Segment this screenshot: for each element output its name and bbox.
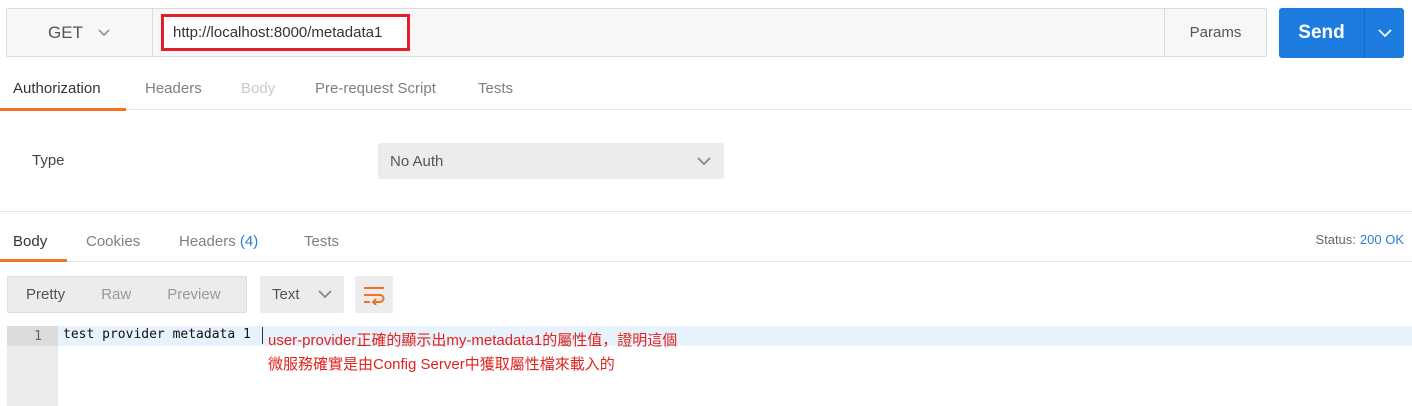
tab-label: Pre-request Script: [315, 79, 436, 97]
format-value: Text: [272, 286, 300, 303]
status-value: 200 OK: [1359, 232, 1404, 247]
tab-label: Authorization: [13, 79, 101, 97]
send-button[interactable]: Send: [1279, 8, 1365, 58]
view-mode-group: Pretty Raw Preview: [7, 276, 247, 313]
chevron-down-icon: [1377, 29, 1392, 38]
send-options-dropdown[interactable]: [1365, 8, 1404, 58]
tab-label: Body: [241, 79, 276, 97]
send-button-group: Send: [1279, 8, 1404, 58]
active-tab-indicator: [0, 108, 126, 111]
response-body-text[interactable]: test provider metadata 1: [63, 327, 251, 342]
request-tabs: Authorization Headers Body Pre-request S…: [0, 66, 1412, 111]
tab-tests[interactable]: Tests: [478, 66, 513, 110]
auth-type-select[interactable]: No Auth: [378, 143, 724, 179]
send-label: Send: [1298, 22, 1345, 43]
chevron-down-icon: [697, 157, 711, 166]
tab-label: Cookies: [86, 232, 141, 250]
tab-label: Headers: [145, 79, 202, 97]
annotation-line-1: user-provider正確的顯示出my-metadata1的屬性值，證明這個: [268, 332, 678, 349]
chevron-down-icon: [98, 28, 110, 36]
view-pretty-button[interactable]: Pretty: [8, 286, 83, 303]
chevron-down-icon: [318, 290, 332, 299]
tab-label: Tests: [478, 79, 514, 97]
annotation-line-2: 微服務確實是由Config Server中獲取屬性檔來載入的: [268, 356, 615, 373]
tab-label: Headers: [179, 232, 236, 250]
url-value: http://localhost:8000/metadata1: [173, 24, 383, 41]
auth-type-label: Type: [32, 152, 65, 169]
line-number-gutter: 1: [7, 326, 58, 406]
response-tabs: Body Cookies Headers (4) Tests Status: 20…: [0, 220, 1412, 262]
tab-response-body[interactable]: Body: [13, 220, 47, 262]
active-tab-indicator: [0, 259, 67, 262]
text-cursor: [262, 327, 263, 344]
tab-pre-request-script[interactable]: Pre-request Script: [315, 66, 436, 110]
method-label: GET: [48, 22, 83, 42]
params-label: Params: [1189, 24, 1242, 41]
wrap-lines-icon: [364, 286, 385, 305]
section-divider: [0, 211, 1412, 212]
url-field-container: http://localhost:8000/metadata1: [154, 9, 1164, 56]
view-raw-button[interactable]: Raw: [83, 286, 149, 303]
wrap-lines-button[interactable]: [355, 276, 393, 313]
tab-response-tests[interactable]: Tests: [304, 220, 339, 262]
view-preview-button[interactable]: Preview: [149, 286, 238, 303]
response-status: Status: 200 OK: [1315, 232, 1404, 247]
method-select[interactable]: GET: [7, 9, 153, 56]
headers-count-badge: (4): [239, 232, 259, 250]
status-label: Status:: [1315, 232, 1356, 247]
tab-response-headers[interactable]: Headers (4): [179, 220, 258, 262]
params-button[interactable]: Params: [1164, 9, 1266, 56]
line-number: 1: [7, 326, 58, 346]
format-select[interactable]: Text: [260, 276, 344, 313]
tab-cookies[interactable]: Cookies: [86, 220, 140, 262]
tab-body[interactable]: Body: [241, 66, 275, 110]
tab-authorization[interactable]: Authorization: [13, 66, 101, 110]
tab-label: Body: [13, 232, 48, 250]
url-input[interactable]: http://localhost:8000/metadata1: [161, 14, 410, 51]
tab-headers[interactable]: Headers: [145, 66, 202, 110]
tab-label: Tests: [304, 232, 340, 250]
request-bar: GET http://localhost:8000/metadata1 Para…: [6, 8, 1267, 57]
annotation-text: user-provider正確的顯示出my-metadata1的屬性值，證明這個…: [268, 329, 677, 377]
auth-type-value: No Auth: [390, 152, 444, 170]
